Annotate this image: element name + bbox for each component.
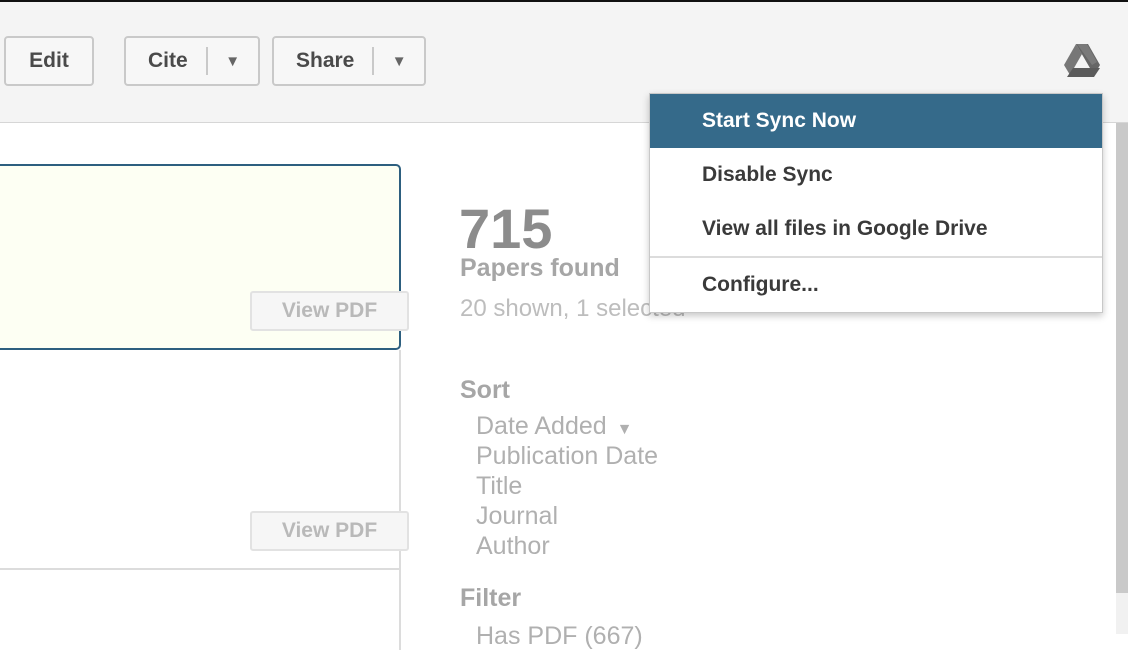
share-button-label: Share <box>296 49 355 72</box>
sort-direction-caret-icon: ▼ <box>616 421 633 438</box>
edit-button-label: Edit <box>29 49 69 72</box>
menu-item-disable-sync[interactable]: Disable Sync <box>650 148 1102 202</box>
papers-count: 715 <box>459 197 553 260</box>
sort-heading: Sort <box>460 376 510 404</box>
share-dropdown-caret-icon[interactable]: ▼ <box>374 53 424 70</box>
menu-item-start-sync-now[interactable]: Start Sync Now <box>650 94 1102 148</box>
menu-item-view-all-files[interactable]: View all files in Google Drive <box>650 202 1102 256</box>
filter-option-has-pdf[interactable]: Has PDF (667) <box>476 622 643 651</box>
sort-option-date-added[interactable]: Date Added ▼ <box>476 412 633 441</box>
papers-found-label: Papers found <box>460 254 620 282</box>
paper-card[interactable] <box>0 570 401 650</box>
scrollbar-thumb[interactable] <box>1116 123 1128 593</box>
filter-heading: Filter <box>460 584 522 612</box>
cite-dropdown-caret-icon[interactable]: ▼ <box>208 53 258 70</box>
cite-button-label: Cite <box>148 49 188 72</box>
sort-option-label: Date Added <box>476 412 607 440</box>
view-pdf-button[interactable]: View PDF <box>250 291 409 331</box>
cite-button[interactable]: Cite ▼ <box>124 36 260 86</box>
google-drive-icon[interactable] <box>1064 44 1100 78</box>
sort-option-journal[interactable]: Journal <box>476 502 558 531</box>
edit-button[interactable]: Edit <box>4 36 94 86</box>
google-drive-menu: Start Sync Now Disable Sync View all fil… <box>649 93 1103 313</box>
sort-option-title[interactable]: Title <box>476 472 522 501</box>
menu-item-configure[interactable]: Configure... <box>650 258 1102 312</box>
view-pdf-button[interactable]: View PDF <box>250 511 409 551</box>
sort-option-author[interactable]: Author <box>476 532 550 561</box>
share-button[interactable]: Share ▼ <box>272 36 426 86</box>
sort-option-publication-date[interactable]: Publication Date <box>476 442 658 471</box>
